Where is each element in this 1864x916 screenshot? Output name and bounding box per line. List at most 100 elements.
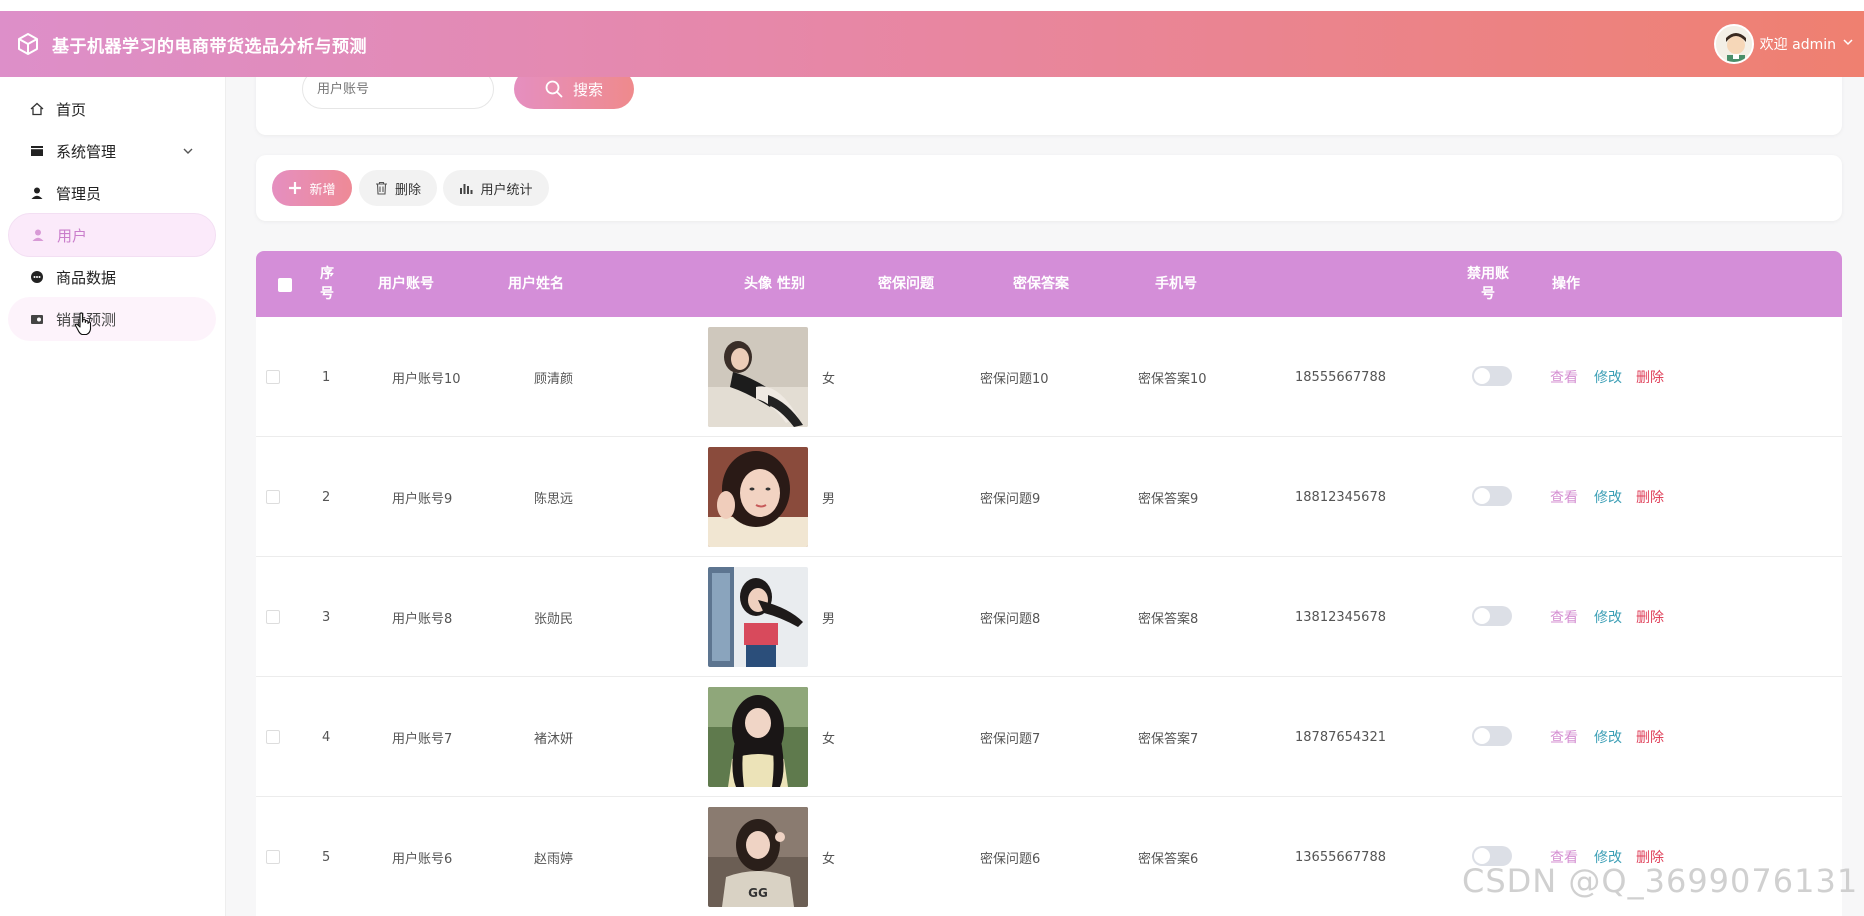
cell-index: 2 — [322, 489, 331, 505]
cell-account: 用户账号8 — [392, 611, 453, 627]
search-input[interactable] — [302, 77, 494, 109]
row-checkbox[interactable] — [266, 370, 280, 384]
cell-index: 4 — [322, 729, 331, 745]
welcome-text: 欢迎 admin — [1759, 37, 1836, 53]
delete-link[interactable]: 删除 — [1636, 367, 1664, 387]
cube-logo-icon — [14, 30, 42, 58]
cell-account: 用户账号6 — [392, 851, 453, 867]
user-stats-button[interactable]: 用户统计 — [443, 170, 549, 206]
app-header: 基于机器学习的电商带货选品分析与预测 欢迎 admin — [0, 11, 1864, 77]
cell-account: 用户账号7 — [392, 731, 453, 747]
sidebar-item-label: 系统管理 — [56, 142, 117, 161]
cell-gender: 男 — [822, 491, 836, 507]
sidebar: 首页 系统管理 管理员 用户 商品数据 销量预测 — [0, 77, 226, 916]
watermark: CSDN @Q_3699076131 — [1462, 862, 1859, 900]
cell-question: 密保问题9 — [980, 491, 1041, 507]
row-checkbox[interactable] — [266, 490, 280, 504]
sidebar-item-label: 商品数据 — [56, 268, 117, 287]
delete-button-label: 删除 — [394, 182, 421, 198]
delete-link[interactable]: 删除 — [1636, 607, 1664, 627]
disable-account-toggle[interactable] — [1472, 486, 1512, 506]
hand-cursor-icon — [74, 312, 92, 340]
add-button-label: 新增 — [309, 182, 336, 198]
sidebar-item-sales-forecast[interactable]: 销量预测 — [8, 297, 216, 341]
sidebar-item-users[interactable]: 用户 — [8, 213, 216, 257]
header-question: 密保问题 — [878, 276, 934, 292]
disable-account-toggle[interactable] — [1472, 366, 1512, 386]
plus-icon — [289, 182, 302, 194]
select-all-checkbox[interactable] — [278, 278, 292, 292]
cell-name: 顾清颜 — [534, 371, 574, 387]
cell-gender: 女 — [822, 731, 836, 747]
top-band — [0, 0, 1864, 11]
sidebar-item-admin[interactable]: 管理员 — [8, 171, 216, 215]
delete-link[interactable]: 删除 — [1636, 487, 1664, 507]
cell-name: 张勋民 — [534, 611, 574, 627]
view-link[interactable]: 查看 — [1550, 727, 1578, 747]
search-icon — [545, 80, 563, 98]
cell-phone: 18555667788 — [1295, 369, 1386, 385]
disable-account-toggle[interactable] — [1472, 726, 1512, 746]
app-title: 基于机器学习的电商带货选品分析与预测 — [52, 36, 367, 57]
add-button[interactable]: 新增 — [272, 170, 352, 206]
cell-phone: 13655667788 — [1295, 849, 1386, 865]
table-header: 序号 用户账号 用户姓名 头像 性别 密保问题 密保答案 手机号 禁用账号 操作 — [256, 251, 1842, 317]
header-disabled: 禁用账号 — [1467, 266, 1509, 302]
sidebar-item-product-data[interactable]: 商品数据 — [8, 255, 216, 299]
table-row: 2 用户账号9 陈思远 男 密保问题9 密保答案9 18812345678 查看… — [256, 437, 1842, 557]
cell-index: 1 — [322, 369, 331, 385]
forecast-icon — [28, 310, 46, 328]
chevron-down-icon — [1842, 36, 1854, 52]
header-answer: 密保答案 — [1013, 276, 1069, 292]
sidebar-item-label: 首页 — [56, 100, 87, 119]
row-checkbox[interactable] — [266, 850, 280, 864]
search-button[interactable]: 搜索 — [514, 77, 634, 109]
table-row: 1 用户账号10 顾清颜 女 密保问题10 密保答案10 18555667788… — [256, 317, 1842, 437]
header-index: 序号 — [320, 266, 334, 302]
cell-answer: 密保答案8 — [1138, 611, 1199, 627]
sidebar-item-label: 用户 — [57, 226, 88, 245]
edit-link[interactable]: 修改 — [1594, 607, 1622, 627]
view-link[interactable]: 查看 — [1550, 607, 1578, 627]
trash-icon — [375, 181, 387, 195]
user-menu[interactable]: 欢迎 admin — [1713, 24, 1854, 64]
cell-account: 用户账号10 — [392, 371, 461, 387]
user-photo — [708, 447, 808, 547]
sidebar-item-home[interactable]: 首页 — [8, 87, 216, 131]
delete-link[interactable]: 删除 — [1636, 727, 1664, 747]
edit-link[interactable]: 修改 — [1594, 727, 1622, 747]
home-icon — [28, 100, 46, 118]
main-content: 搜索 新增 删除 用户统计 序号 用户账号 用户姓名 头像 性别 密保问题 密保… — [226, 77, 1864, 916]
user-stats-button-label: 用户统计 — [480, 182, 533, 198]
cell-question: 密保问题8 — [980, 611, 1041, 627]
view-link[interactable]: 查看 — [1550, 487, 1578, 507]
user-photo — [708, 567, 808, 667]
cell-index: 3 — [322, 609, 331, 625]
cell-phone: 13812345678 — [1295, 609, 1386, 625]
row-checkbox[interactable] — [266, 730, 280, 744]
cell-answer: 密保答案9 — [1138, 491, 1199, 507]
cell-phone: 18787654321 — [1295, 729, 1386, 745]
person-icon — [29, 226, 47, 244]
edit-link[interactable]: 修改 — [1594, 487, 1622, 507]
view-link[interactable]: 查看 — [1550, 367, 1578, 387]
bar-chart-icon — [460, 184, 473, 194]
cell-answer: 密保答案7 — [1138, 731, 1199, 747]
row-checkbox[interactable] — [266, 610, 280, 624]
user-photo — [708, 687, 808, 787]
svg-text:GG: GG — [748, 886, 768, 900]
search-button-label: 搜索 — [572, 80, 603, 99]
sidebar-item-system[interactable]: 系统管理 — [8, 129, 216, 173]
avatar — [1713, 24, 1754, 64]
data-icon — [28, 268, 46, 286]
delete-button[interactable]: 删除 — [359, 170, 437, 206]
header-actions: 操作 — [1552, 276, 1580, 292]
cell-phone: 18812345678 — [1295, 489, 1386, 505]
table-row: 4 用户账号7 褚沐妍 女 密保问题7 密保答案7 18787654321 查看 — [256, 677, 1842, 797]
edit-link[interactable]: 修改 — [1594, 367, 1622, 387]
system-icon — [28, 142, 46, 160]
cell-gender: 女 — [822, 851, 836, 867]
cell-name: 赵雨婷 — [534, 851, 574, 867]
chevron-down-icon — [182, 143, 194, 161]
disable-account-toggle[interactable] — [1472, 606, 1512, 626]
